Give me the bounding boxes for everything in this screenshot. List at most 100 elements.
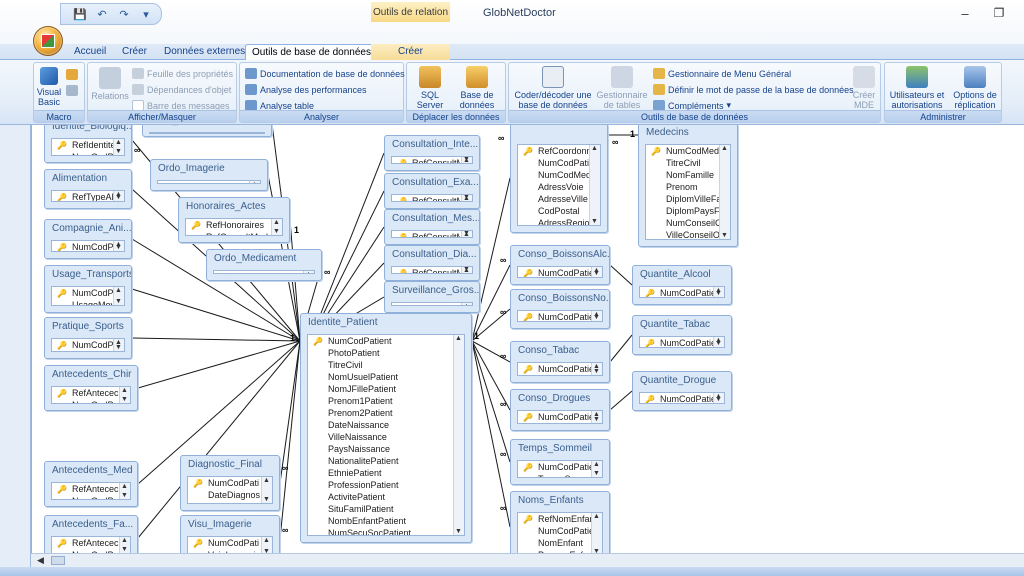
field-scrollbar[interactable] [713,287,724,297]
field-list[interactable]: 🔑RefIdentiteNumCodP... [51,138,125,156]
field-scrollbar[interactable] [113,339,124,351]
redo-icon[interactable]: ↷ [115,6,133,22]
field-item[interactable]: PaysNaissance [308,443,464,455]
table-title[interactable]: Visu_Imagerie [181,516,279,534]
field-list[interactable]: 🔑NumCodPatieTypeBoissonA [517,266,603,278]
field-scrollbar[interactable] [461,195,472,201]
mot-de-passe-button[interactable]: Définir le mot de passe de la base de do… [653,83,854,96]
field-item[interactable]: DiplomPaysFa [646,205,730,217]
field-scrollbar[interactable] [589,145,600,225]
field-scrollbar[interactable] [591,461,602,477]
field-item[interactable]: NumSecuSocPatient [308,527,464,535]
field-scrollbar[interactable] [591,267,602,277]
coder-decoder-button[interactable]: Coder/décoder une base de données [513,66,593,110]
field-scrollbar[interactable] [249,181,260,183]
field-item[interactable]: VilleNaissance [308,431,464,443]
gestionnaire-menu-button[interactable]: Gestionnaire de Menu Général [653,67,791,80]
field-item[interactable]: VilleConseilO [646,229,730,239]
field-list[interactable]: 🔑 RefHonoraires RefConsultMed [185,218,283,236]
documentation-button[interactable]: Documentation de base de données [245,67,405,80]
table-title[interactable]: Ordo_Medicament [207,250,321,268]
field-item[interactable]: 🔑 NumCodPatie [640,337,724,347]
tab-outils-base-de-donnees[interactable]: Outils de base de données [245,44,378,61]
field-item[interactable]: 🔑 NumCodPatient [214,271,314,273]
field-item[interactable]: TempsSomme [518,473,602,477]
field-item[interactable]: 🔑 RefConsultM [392,267,472,273]
convert-macro-icon[interactable] [66,85,78,96]
table-quantite-alcool[interactable]: Quantite_Alcool 🔑NumCodPatieQuantiteAlcoo… [632,265,732,305]
field-item[interactable]: NomJFillePatient [308,383,464,395]
analyse-performances-button[interactable]: Analyse des performances [245,83,367,96]
scroll-thumb[interactable] [51,556,65,565]
field-item[interactable]: 🔑 RefHonoraires [186,219,282,231]
table-title[interactable]: Conso_Tabac [511,342,609,360]
field-item[interactable]: 🔑 RefConsultM [392,231,472,237]
table-conso-drogues[interactable]: Conso_Drogues 🔑 NumCodPatieTypeDrogue [510,389,610,431]
field-scrollbar[interactable] [303,271,314,273]
table-title[interactable]: Antecedents_Fa... [45,516,137,534]
table-conso-boissons-alc[interactable]: Conso_BoissonsAlc...🔑NumCodPatieTypeBois… [510,245,610,285]
field-item[interactable]: SituFamilPatient [308,503,464,515]
field-item[interactable]: 🔑 NumCodPatie [640,287,724,297]
table-quantite-drogue[interactable]: Quantite_Drogue🔑NumCodPatieQuantiteDrogu… [632,371,732,411]
tab-creer[interactable]: Créer [116,44,153,60]
field-item[interactable]: 🔑 NumCodPatie [518,267,602,277]
table-title[interactable] [511,125,607,142]
field-list[interactable]: 🔑 RefAntecec NumCodP [51,482,131,500]
restore-button[interactable]: ❐ [989,6,1009,22]
customize-qat-icon[interactable]: ▾ [137,6,155,22]
field-list[interactable]: 🔑 NumCodPati DateDiagnos DiagnosticFi [187,476,273,504]
table-quantite-tabac[interactable]: Quantite_Tabac🔑NumCodPatieQuantiteTabac [632,315,732,355]
field-scrollbar[interactable] [119,387,130,403]
field-list[interactable]: 🔑 RefAntecec NumCodP [51,386,131,404]
field-item[interactable]: 🔑 RefCoordonn [518,145,600,157]
field-list[interactable]: 🔑 NumCodPa UsageMoy [51,286,125,306]
field-scrollbar[interactable] [461,303,472,305]
table-ant-fa[interactable]: Antecedents_Fa...🔑RefAntececNumCodP [44,515,138,553]
scroll-left-icon[interactable]: ◀ [37,555,44,566]
table-title[interactable]: Medecins [639,125,737,142]
field-list[interactable]: 🔑 NumCodPatieTypeTabac [517,362,603,376]
field-list[interactable]: 🔑RefTypeAliNumCodP [51,190,125,202]
utilisateurs-autorisations-button[interactable]: Utilisateurs et autorisations [887,66,947,110]
table-title[interactable]: Honoraires_Actes [179,198,289,216]
field-item[interactable]: RefConsultMed [186,231,282,235]
table-title[interactable]: Quantite_Alcool [633,266,731,284]
field-list[interactable]: 🔑 RefOrdoImage [157,180,261,184]
undo-icon[interactable]: ↶ [93,6,111,22]
field-list[interactable]: 🔑 NumCodPatie TempsSomme [517,460,603,478]
table-noms-enfants[interactable]: Noms_Enfants 🔑 RefNomEnfar NumCodPatie NomEn… [510,491,610,553]
save-icon[interactable]: 💾 [71,6,89,22]
feuille-proprietes-button[interactable]: Feuille des propriétés [132,67,233,80]
table-title[interactable]: Consultation_Inte... [385,136,479,154]
field-scrollbar[interactable] [271,219,282,235]
navigation-pane-collapsed[interactable] [0,125,31,567]
tab-donnees-externes[interactable]: Données externes [158,44,251,60]
table-consult-int[interactable]: Consultation_Inte... 🔑 RefConsultM [384,135,480,171]
table-usage-transports[interactable]: Usage_Transports 🔑 NumCodPa UsageMoy [44,265,132,313]
table-title[interactable]: Alimentation [45,170,131,188]
table-ordo-paramed[interactable]: Ordo_Paramed 🔑RefOrdoParamed [142,125,272,137]
field-list[interactable]: 🔑NumCodPatieQuantiteAlcool [639,286,725,298]
office-button[interactable] [33,26,63,56]
field-list[interactable]: 🔑 NumCodMed TitreCivil NomFamille Prenom Dipl… [645,144,731,240]
field-item[interactable]: TypeTabac [518,375,602,376]
field-scrollbar[interactable] [119,537,130,553]
field-item[interactable]: 🔑 NumCodPati [188,477,272,489]
field-scrollbar[interactable] [591,513,602,553]
field-list[interactable]: 🔑 RefConsultM [391,230,473,238]
field-item[interactable]: 🔑 RefConsultM [392,157,472,163]
field-list[interactable]: 🔑 RefConsultM [391,194,473,202]
tab-accueil[interactable]: Accueil [68,44,112,60]
table-title[interactable]: Usage_Transports [45,266,131,284]
field-scrollbar[interactable] [113,191,124,201]
field-item[interactable]: TypeDrogue [518,423,602,424]
field-scrollbar[interactable] [591,363,602,375]
field-list[interactable]: 🔑 NumCodPatieTypeDrogue [517,410,603,424]
field-item[interactable]: PhotoPatient [308,347,464,359]
field-list[interactable]: 🔑NumCodPatiVoieImagerie [187,536,273,553]
field-scrollbar[interactable] [261,537,272,553]
table-title[interactable]: Ordo_Paramed [143,125,271,130]
table-temps-sommeil[interactable]: Temps_Sommeil 🔑 NumCodPatie TempsSomme [510,439,610,485]
horizontal-scrollbar[interactable]: ◀ [31,553,1024,567]
